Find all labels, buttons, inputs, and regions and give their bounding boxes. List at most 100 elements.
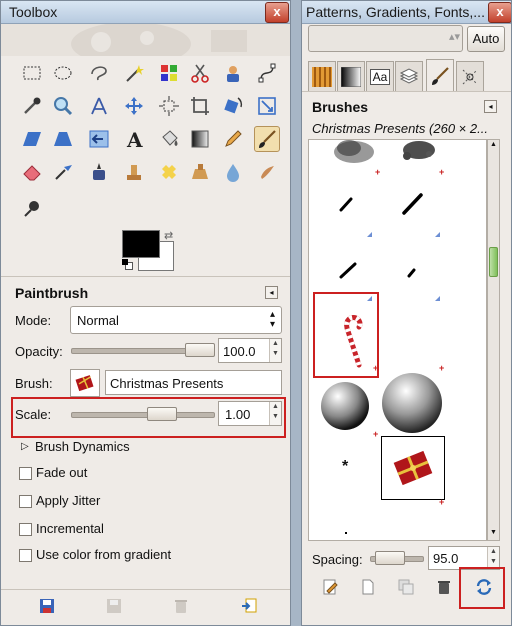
wilber-drop-area[interactable] (1, 22, 290, 66)
opacity-label: Opacity: (15, 344, 63, 359)
default-colors-icon[interactable] (122, 259, 133, 270)
clone-icon[interactable] (121, 159, 147, 185)
select-by-color-icon[interactable] (156, 60, 182, 86)
brush-grid[interactable]: + + + + + * + (308, 139, 487, 541)
tool-options-heading: Paintbrush (15, 285, 89, 301)
scale-icon[interactable] (254, 93, 280, 119)
foreground-color-swatch[interactable] (122, 230, 160, 258)
brushes-menu-icon[interactable]: ◂ (484, 100, 497, 113)
image-menu-select[interactable]: ▴▾ (308, 25, 463, 52)
duplicate-brush-icon[interactable] (396, 577, 416, 597)
dock-titlebar[interactable]: Patterns, Gradients, Fonts,... x (302, 1, 511, 24)
magnify-icon[interactable] (50, 93, 76, 119)
dock-close-button[interactable]: x (488, 2, 511, 23)
opacity-slider-handle[interactable] (185, 343, 215, 357)
heal-icon[interactable] (156, 159, 182, 185)
incremental-checkbox[interactable] (19, 523, 32, 536)
blur-icon[interactable] (220, 159, 246, 185)
mode-select[interactable]: Normal ▴ ▾ (70, 306, 282, 334)
scissors-select-icon[interactable] (187, 60, 213, 86)
brush-calligraphic-4[interactable] (407, 266, 417, 281)
eraser-icon[interactable] (19, 159, 45, 185)
airbrush-icon[interactable] (50, 159, 76, 185)
foreground-select-icon[interactable] (220, 60, 246, 86)
brush-preview-button[interactable] (70, 369, 100, 397)
spin-arrows-icon[interactable]: ▲ ▼ (269, 339, 281, 362)
move-icon[interactable] (121, 93, 147, 119)
spin-arrows-icon[interactable]: ▲ ▼ (487, 547, 499, 569)
brush-animated-marker (435, 232, 440, 237)
pencil-icon[interactable] (220, 126, 246, 152)
reset-options-icon[interactable] (239, 596, 259, 616)
color-picker-icon[interactable] (19, 93, 45, 119)
documents-icon (399, 67, 419, 84)
scroll-up-icon[interactable]: ▲ (489, 141, 498, 151)
patterns-tab[interactable] (308, 61, 336, 91)
restore-options-icon[interactable] (104, 596, 124, 616)
ellipse-select-icon[interactable] (50, 60, 76, 86)
blend-icon[interactable] (187, 126, 213, 152)
perspective-clone-icon[interactable] (187, 159, 213, 185)
brush-scalable-marker: + (373, 429, 379, 439)
brush-sphere-small[interactable] (319, 380, 371, 435)
rect-select-icon[interactable] (19, 60, 45, 86)
scroll-down-icon[interactable]: ▼ (489, 529, 498, 539)
tool-options-menu-icon[interactable]: ◂ (265, 286, 278, 299)
crop-icon[interactable] (187, 93, 213, 119)
flip-icon[interactable] (86, 126, 112, 152)
dock-window: Patterns, Gradients, Fonts,... x ▴▾ Auto… (301, 0, 512, 626)
brush-scalable-marker: + (439, 167, 445, 177)
brush-dot[interactable] (345, 532, 347, 534)
apply-jitter-checkbox[interactable] (19, 495, 32, 508)
toolbox-titlebar[interactable]: Toolbox x (1, 1, 290, 24)
edit-brush-icon[interactable] (320, 577, 340, 597)
bucket-fill-icon[interactable] (156, 126, 182, 152)
ink-icon[interactable] (86, 159, 112, 185)
brush-name-field[interactable]: Christmas Presents (105, 370, 282, 395)
brush-calligraphic-3[interactable] (339, 260, 359, 283)
paths-icon[interactable] (254, 60, 280, 86)
spacing-slider-handle[interactable] (374, 551, 405, 565)
swap-colors-icon[interactable]: ⇄ (164, 229, 173, 242)
gradient-icon (341, 66, 361, 87)
dodge-burn-icon[interactable] (19, 195, 45, 221)
refresh-highlight-box (459, 567, 505, 609)
brushes-tab[interactable] (426, 59, 454, 91)
brush-smoke-1[interactable] (329, 140, 379, 177)
documents-tab[interactable] (395, 61, 423, 91)
auto-button[interactable]: Auto (467, 26, 505, 52)
measure-icon[interactable] (86, 93, 112, 119)
chevron-updown-icon: ▴▾ (269, 309, 275, 330)
brush-christmas-presents[interactable] (381, 436, 445, 500)
gradients-tab[interactable] (337, 61, 365, 91)
toolbox-close-button[interactable]: x (265, 2, 289, 23)
expander-arrow-icon[interactable]: ▷ (21, 441, 29, 452)
text-icon[interactable]: A (121, 126, 147, 152)
save-options-icon[interactable] (37, 596, 57, 616)
brush-calligraphic-2[interactable] (401, 192, 425, 219)
fade-out-checkbox[interactable] (19, 467, 32, 480)
brush-smoke-2[interactable] (397, 140, 442, 173)
tool-presets-tab[interactable] (456, 61, 484, 91)
scrollbar-thumb[interactable] (489, 247, 498, 277)
rotate-icon[interactable] (220, 93, 246, 119)
fuzzy-select-icon[interactable] (121, 60, 147, 86)
brush-calligraphic-1[interactable] (339, 196, 355, 215)
perspective-icon[interactable] (50, 126, 76, 152)
opacity-spinbutton[interactable]: 100.0 ▲ ▼ (218, 338, 282, 363)
align-icon[interactable] (156, 93, 182, 119)
smudge-icon[interactable] (254, 159, 280, 185)
delete-options-icon[interactable] (171, 596, 191, 616)
brush-sphere-large[interactable] (381, 372, 443, 437)
shear-icon[interactable] (19, 126, 45, 152)
brush-dynamics-expander[interactable]: Brush Dynamics (35, 439, 130, 454)
free-select-icon[interactable] (86, 60, 112, 86)
brush-grid-scrollbar[interactable]: ▲ ▼ (487, 139, 500, 541)
brush-star[interactable]: * (342, 458, 348, 476)
fonts-tab[interactable]: Aa (366, 61, 394, 91)
delete-brush-icon[interactable] (434, 577, 454, 597)
paintbrush-icon[interactable] (254, 126, 280, 152)
new-brush-icon[interactable] (358, 577, 378, 597)
options-separator (1, 276, 290, 277)
color-from-gradient-checkbox[interactable] (19, 549, 32, 562)
